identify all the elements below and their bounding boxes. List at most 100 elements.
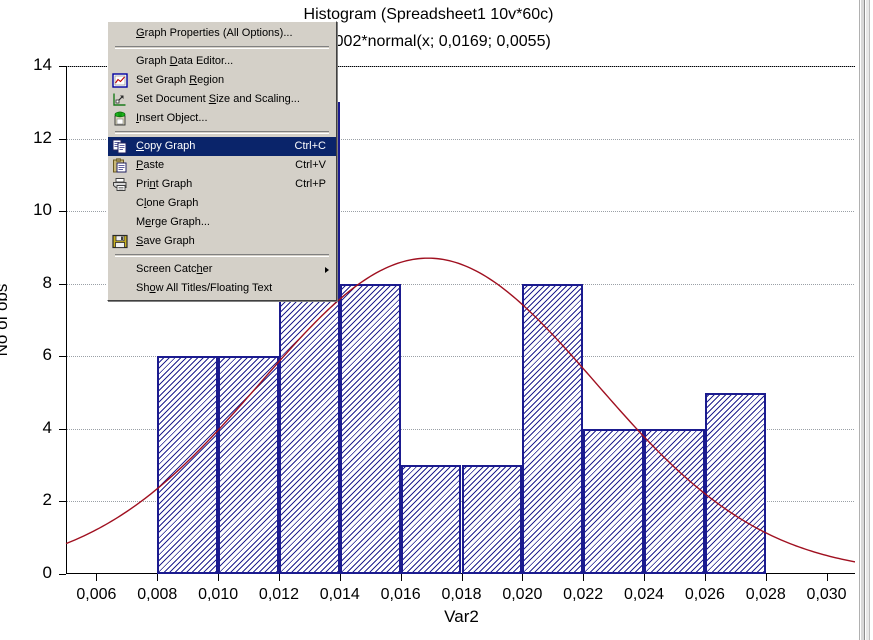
menu-item-label: Paste xyxy=(136,159,165,171)
save-icon xyxy=(108,232,133,251)
histogram-bar[interactable] xyxy=(157,356,219,574)
menu-item-copy-graph[interactable]: Copy Graph Ctrl+C xyxy=(108,137,336,156)
menu-item-merge-graph[interactable]: Merge Graph... xyxy=(108,213,336,232)
printer-icon xyxy=(108,175,133,194)
graph-window: Histogram (Spreadsheet1 10v*60c) 0*0,002… xyxy=(0,0,873,640)
y-tick-label: 8 xyxy=(42,272,52,292)
histogram-bar[interactable] xyxy=(522,283,584,574)
x-tick-label: 0,012 xyxy=(258,586,299,603)
menu-item-show-all-titles[interactable]: Show All Titles/Floating Text xyxy=(108,279,336,298)
x-tick-label: 0,026 xyxy=(684,586,725,603)
x-tick-label: 0,018 xyxy=(441,586,482,603)
x-tick xyxy=(400,574,402,581)
menu-item-label: Screen Catcher xyxy=(136,263,213,275)
menu-icon-placeholder xyxy=(108,52,133,71)
menu-separator xyxy=(115,131,329,134)
y-tick-label: 10 xyxy=(33,200,52,220)
menu-item-label: Show All Titles/Floating Text xyxy=(136,282,273,294)
x-tick-label: 0,020 xyxy=(502,586,543,603)
histogram-bar[interactable] xyxy=(218,356,279,574)
menu-item-label: Merge Graph... xyxy=(136,216,210,228)
y-tick xyxy=(59,428,66,430)
submenu-arrow-icon xyxy=(325,267,329,273)
menu-item-screen-catcher[interactable]: Screen Catcher xyxy=(108,260,336,279)
x-tick-label: 0,016 xyxy=(380,586,421,603)
menu-item-set-graph-region[interactable]: Set Graph Region xyxy=(108,71,336,90)
insert-object-icon xyxy=(108,109,133,128)
menu-item-label: Set Document Size and Scaling... xyxy=(136,93,300,105)
x-tick xyxy=(278,574,280,581)
x-tick-label: 0,006 xyxy=(76,586,117,603)
menu-item-clone-graph[interactable]: Clone Graph xyxy=(108,194,336,213)
menu-item-label: Clone Graph xyxy=(136,197,199,209)
menu-item-save-graph[interactable]: Save Graph xyxy=(108,232,336,251)
paste-icon xyxy=(108,156,133,175)
menu-item-label: Set Graph Region xyxy=(136,74,225,86)
y-tick-label: 2 xyxy=(42,490,52,510)
x-tick xyxy=(96,574,98,581)
menu-item-label: Copy Graph xyxy=(136,140,196,152)
x-tick-label: 0,008 xyxy=(137,586,178,603)
copy-icon xyxy=(108,137,133,156)
x-tick xyxy=(339,574,341,581)
menu-item-paste[interactable]: Paste Ctrl+V xyxy=(108,156,336,175)
x-tick xyxy=(461,574,463,581)
y-tick xyxy=(59,138,66,140)
histogram-bar[interactable] xyxy=(461,465,523,574)
menu-icon-placeholder xyxy=(108,24,133,43)
menu-icon-placeholder xyxy=(108,279,133,298)
y-tick-label: 14 xyxy=(33,55,52,74)
histogram-bar[interactable] xyxy=(583,428,645,574)
x-tick xyxy=(704,574,706,581)
menu-item-label: Graph Properties (All Options)... xyxy=(136,27,293,39)
y-tick xyxy=(59,356,66,358)
x-tick-label: 0,024 xyxy=(624,586,665,603)
menu-separator xyxy=(115,46,329,49)
x-tick-label: 0,022 xyxy=(563,586,604,603)
window-right-edge[interactable] xyxy=(855,0,873,640)
x-tick xyxy=(765,574,767,581)
y-tick xyxy=(59,66,66,67)
y-tick-label: 4 xyxy=(42,417,52,437)
x-tick xyxy=(583,574,585,581)
histogram-bar[interactable] xyxy=(704,392,766,574)
y-tick-label: 6 xyxy=(42,345,52,365)
y-tick-label: 0 xyxy=(42,563,52,582)
x-tick xyxy=(522,574,524,581)
histogram-bar[interactable] xyxy=(339,283,401,574)
x-tick xyxy=(218,574,220,581)
y-tick-label: 12 xyxy=(33,127,52,147)
menu-item-shortcut: Ctrl+P xyxy=(295,178,326,190)
chart-region-icon xyxy=(108,71,133,90)
edge-line-1 xyxy=(859,0,860,640)
menu-icon-placeholder xyxy=(108,260,133,279)
menu-item-graph-data-editor[interactable]: Graph Data Editor... xyxy=(108,52,336,71)
y-tick xyxy=(59,574,66,575)
menu-item-label: Graph Data Editor... xyxy=(136,55,234,67)
y-tick xyxy=(59,501,66,503)
menu-separator xyxy=(115,254,329,257)
menu-item-label: Save Graph xyxy=(136,235,195,247)
edge-line-2 xyxy=(864,0,865,640)
x-tick xyxy=(644,574,646,581)
graph-context-menu[interactable]: Graph Properties (All Options)... Graph D… xyxy=(107,21,337,301)
x-tick xyxy=(826,574,828,581)
menu-item-shortcut: Ctrl+V xyxy=(295,159,326,171)
menu-item-shortcut: Ctrl+C xyxy=(294,140,326,152)
histogram-bar[interactable] xyxy=(400,465,462,574)
x-tick-label: 0,010 xyxy=(198,586,239,603)
menu-item-set-document-size[interactable]: Set Document Size and Scaling... xyxy=(108,90,336,109)
edge-line-3 xyxy=(869,0,870,640)
x-tick-label: 0,014 xyxy=(319,586,360,603)
menu-item-label: Insert Object... xyxy=(136,112,208,124)
y-tick xyxy=(59,211,66,213)
x-tick-label: 0,028 xyxy=(745,586,786,603)
menu-item-graph-properties[interactable]: Graph Properties (All Options)... xyxy=(108,24,336,43)
menu-item-insert-object[interactable]: Insert Object... xyxy=(108,109,336,128)
histogram-bar[interactable] xyxy=(644,428,705,574)
menu-icon-placeholder xyxy=(108,213,133,232)
x-tick-label: 0,030 xyxy=(806,586,847,603)
x-tick xyxy=(157,574,159,581)
menu-item-label: Print Graph xyxy=(136,178,193,190)
menu-item-print-graph[interactable]: Print Graph Ctrl+P xyxy=(108,175,336,194)
